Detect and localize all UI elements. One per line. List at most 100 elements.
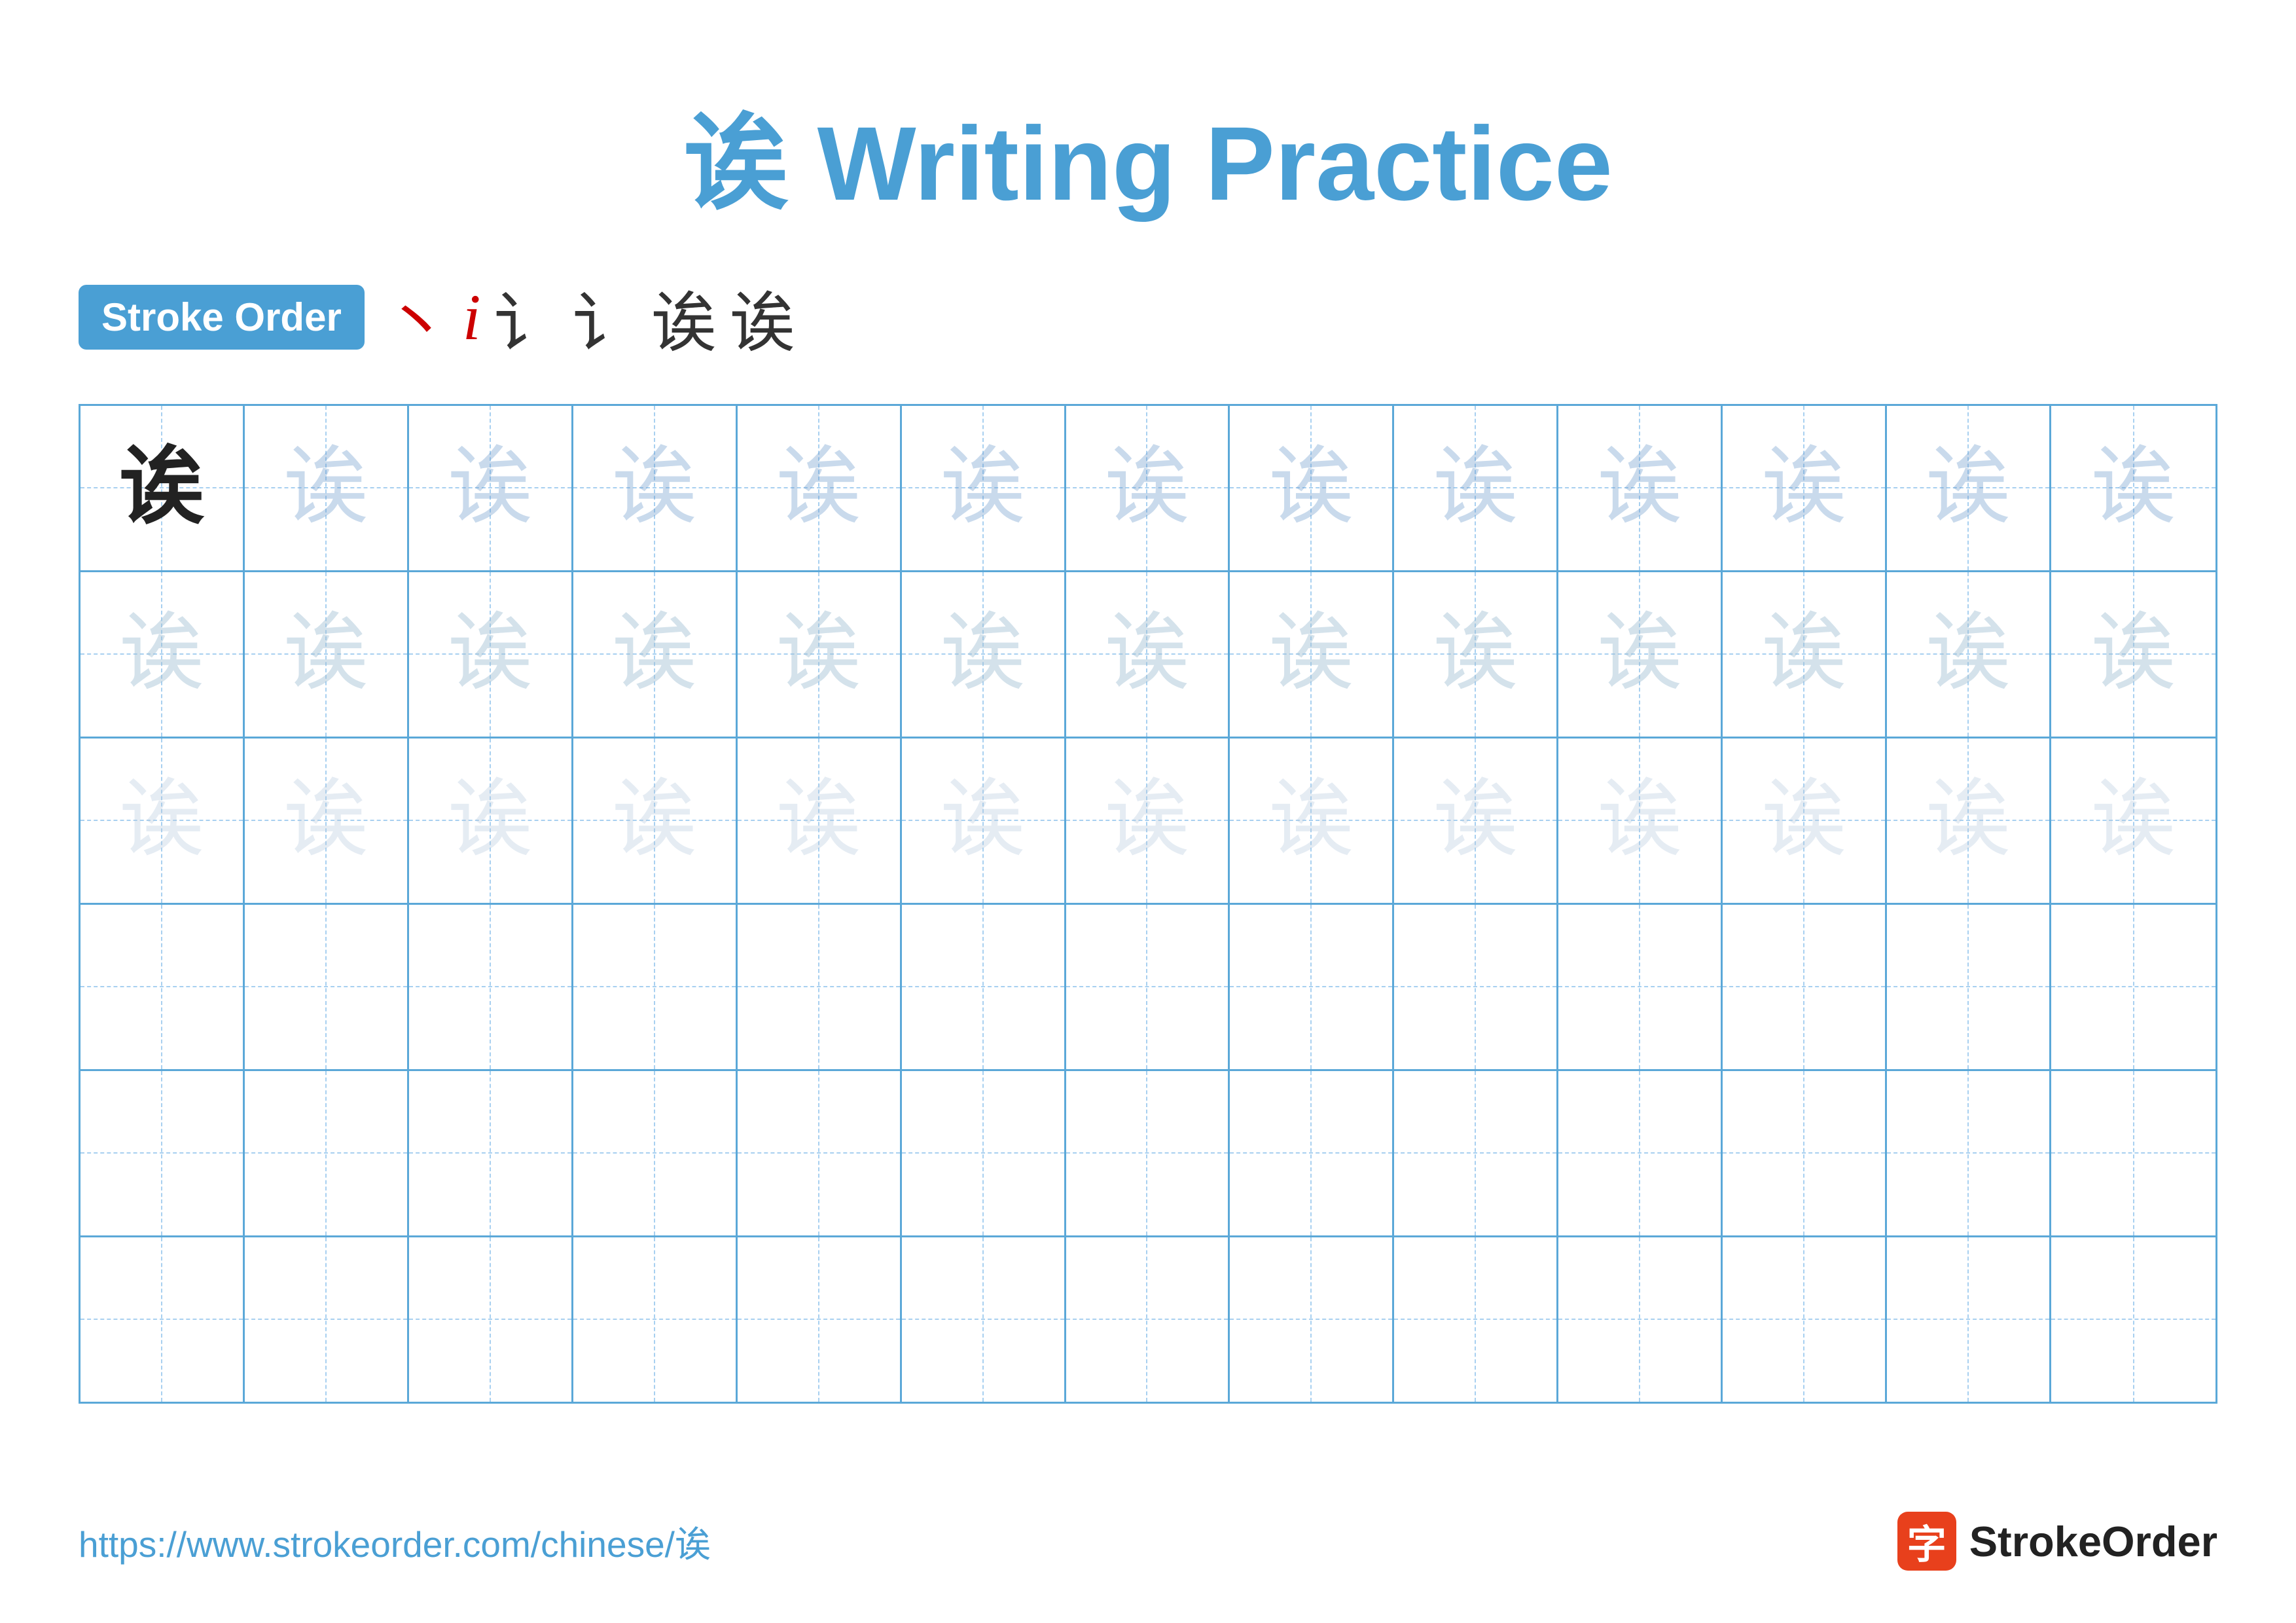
grid-cell[interactable] (81, 905, 245, 1069)
grid-cell[interactable] (1066, 905, 1230, 1069)
grid-cell[interactable] (1723, 1237, 1887, 1402)
page: 诶 Writing Practice Stroke Order 丶 i 讠 讠 … (0, 0, 2296, 1623)
grid-cell[interactable] (738, 1071, 902, 1235)
grid-cell[interactable]: 诶 (245, 739, 409, 903)
grid-cell[interactable] (1723, 905, 1887, 1069)
grid-cell[interactable] (409, 1237, 573, 1402)
practice-grid: 诶 诶 诶 诶 诶 诶 诶 诶 诶 诶 诶 诶 诶 诶 诶 诶 诶 诶 诶 诶 … (79, 404, 2217, 1404)
grid-cell[interactable] (1230, 905, 1394, 1069)
grid-cell[interactable] (1230, 1237, 1394, 1402)
grid-cell[interactable]: 诶 (409, 406, 573, 570)
grid-cell[interactable] (1394, 905, 1558, 1069)
grid-cell[interactable] (1887, 905, 2051, 1069)
grid-cell[interactable] (1887, 1071, 2051, 1235)
grid-cell[interactable]: 诶 (81, 572, 245, 737)
logo-char: 字 (1907, 1513, 1946, 1570)
grid-cell[interactable] (1066, 1237, 1230, 1402)
cell-character: 诶 (2091, 778, 2176, 863)
grid-cell[interactable]: 诶 (1887, 406, 2051, 570)
grid-cell[interactable] (1723, 1071, 1887, 1235)
grid-cell[interactable]: 诶 (1066, 406, 1230, 570)
grid-cell[interactable]: 诶 (409, 739, 573, 903)
grid-cell[interactable]: 诶 (738, 739, 902, 903)
grid-cell[interactable]: 诶 (1230, 739, 1394, 903)
grid-cell[interactable] (573, 905, 738, 1069)
grid-cell[interactable]: 诶 (1558, 739, 1723, 903)
grid-cell[interactable]: 诶 (81, 739, 245, 903)
cell-character: 诶 (1433, 778, 1518, 863)
footer-url-link[interactable]: https://www.strokeorder.com/chinese/诶 (79, 1515, 711, 1567)
grid-cell[interactable]: 诶 (245, 406, 409, 570)
cell-character: 诶 (612, 611, 697, 697)
cell-character: 诶 (941, 445, 1026, 530)
cell-character: 诶 (776, 611, 861, 697)
grid-cell[interactable] (738, 1237, 902, 1402)
cell-character: 诶 (1104, 445, 1189, 530)
grid-cell[interactable]: 诶 (81, 406, 245, 570)
grid-cell[interactable]: 诶 (1558, 406, 1723, 570)
grid-cell[interactable] (902, 1071, 1066, 1235)
grid-cell[interactable]: 诶 (573, 572, 738, 737)
grid-cell[interactable] (1558, 1237, 1723, 1402)
grid-cell[interactable]: 诶 (1394, 406, 1558, 570)
grid-cell[interactable] (1394, 1237, 1558, 1402)
cell-character: 诶 (1761, 445, 1846, 530)
grid-cell[interactable]: 诶 (2051, 739, 2215, 903)
grid-cell[interactable]: 诶 (902, 572, 1066, 737)
grid-cell[interactable] (902, 905, 1066, 1069)
footer: https://www.strokeorder.com/chinese/诶 字 … (79, 1512, 2217, 1571)
grid-cell[interactable] (245, 1237, 409, 1402)
grid-cell[interactable]: 诶 (1887, 739, 2051, 903)
cell-character: 诶 (448, 778, 533, 863)
grid-cell[interactable]: 诶 (1230, 572, 1394, 737)
grid-cell[interactable]: 诶 (1887, 572, 2051, 737)
grid-cell[interactable]: 诶 (1230, 406, 1394, 570)
grid-cell[interactable]: 诶 (1723, 739, 1887, 903)
grid-cell[interactable] (409, 1071, 573, 1235)
grid-cell[interactable] (81, 1071, 245, 1235)
grid-cell[interactable] (902, 1237, 1066, 1402)
grid-cell[interactable]: 诶 (573, 406, 738, 570)
grid-cell[interactable]: 诶 (573, 739, 738, 903)
grid-cell[interactable]: 诶 (1723, 572, 1887, 737)
grid-cell[interactable] (1887, 1237, 2051, 1402)
grid-cell[interactable] (738, 905, 902, 1069)
cell-character: 诶 (119, 778, 204, 863)
grid-cell[interactable]: 诶 (738, 572, 902, 737)
grid-cell[interactable] (1230, 1071, 1394, 1235)
grid-row-1: 诶 诶 诶 诶 诶 诶 诶 诶 诶 诶 诶 诶 诶 (81, 406, 2215, 572)
grid-cell[interactable] (2051, 1071, 2215, 1235)
grid-cell[interactable]: 诶 (1394, 572, 1558, 737)
grid-cell[interactable] (1558, 1071, 1723, 1235)
grid-cell[interactable] (573, 1071, 738, 1235)
grid-cell[interactable]: 诶 (2051, 572, 2215, 737)
grid-cell[interactable] (573, 1237, 738, 1402)
grid-cell[interactable]: 诶 (1558, 572, 1723, 737)
grid-cell[interactable] (2051, 1237, 2215, 1402)
stroke-order-badge: Stroke Order (79, 285, 365, 350)
grid-cell[interactable] (1558, 905, 1723, 1069)
grid-cell[interactable]: 诶 (738, 406, 902, 570)
cell-character: 诶 (941, 778, 1026, 863)
grid-cell[interactable] (409, 905, 573, 1069)
grid-cell[interactable]: 诶 (902, 739, 1066, 903)
grid-cell[interactable] (245, 905, 409, 1069)
title-chinese-char: 诶 (683, 105, 788, 222)
grid-cell[interactable]: 诶 (245, 572, 409, 737)
grid-cell[interactable]: 诶 (409, 572, 573, 737)
grid-cell[interactable] (245, 1071, 409, 1235)
grid-row-3: 诶 诶 诶 诶 诶 诶 诶 诶 诶 诶 诶 诶 诶 (81, 739, 2215, 905)
grid-cell[interactable]: 诶 (2051, 406, 2215, 570)
grid-cell[interactable]: 诶 (1066, 739, 1230, 903)
title-area: 诶 Writing Practice (79, 79, 2217, 230)
grid-cell[interactable] (1394, 1071, 1558, 1235)
grid-cell[interactable]: 诶 (902, 406, 1066, 570)
grid-cell[interactable]: 诶 (1066, 572, 1230, 737)
grid-cell[interactable] (81, 1237, 245, 1402)
grid-cell[interactable]: 诶 (1394, 739, 1558, 903)
grid-cell[interactable] (1066, 1071, 1230, 1235)
grid-cell[interactable] (2051, 905, 2215, 1069)
grid-cell[interactable]: 诶 (1723, 406, 1887, 570)
page-title: 诶 Writing Practice (683, 105, 1613, 222)
cell-character: 诶 (2091, 445, 2176, 530)
